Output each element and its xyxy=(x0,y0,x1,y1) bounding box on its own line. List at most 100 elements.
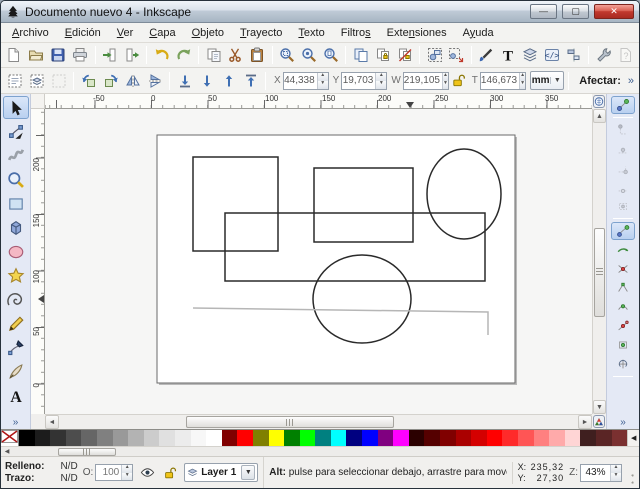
palette-swatch[interactable] xyxy=(549,430,565,446)
flip-horizontal-button[interactable] xyxy=(122,70,143,91)
palette-swatch[interactable] xyxy=(518,430,534,446)
zoom-field[interactable]: 43% ▲▼ xyxy=(580,464,622,482)
palette-swatch[interactable] xyxy=(50,430,66,446)
duplicate-button[interactable] xyxy=(350,45,371,66)
ellipse-button[interactable] xyxy=(3,240,29,263)
vscroll-thumb[interactable] xyxy=(594,228,605,317)
spinner[interactable]: ▲▼ xyxy=(442,73,448,89)
palette-swatch[interactable] xyxy=(284,430,300,446)
palette-swatch[interactable] xyxy=(456,430,472,446)
palette-swatch[interactable] xyxy=(128,430,144,446)
color-managed-view-button[interactable] xyxy=(593,415,605,428)
palette-swatch[interactable] xyxy=(378,430,394,446)
menu-objeto[interactable]: Objeto xyxy=(184,25,232,41)
palette-swatch[interactable] xyxy=(440,430,456,446)
document-properties-button[interactable]: ? xyxy=(615,45,636,66)
ungroup-button[interactable] xyxy=(446,45,467,66)
palette-swatch[interactable] xyxy=(565,430,581,446)
redo-button[interactable] xyxy=(173,45,194,66)
open-document-button[interactable] xyxy=(26,45,47,66)
snap-nodes-button[interactable] xyxy=(611,222,635,240)
zoom-spinner[interactable]: ▲▼ xyxy=(610,465,621,481)
opacity-field[interactable]: 100 ▲▼ xyxy=(95,464,133,481)
canvas-viewport[interactable] xyxy=(45,109,592,414)
palette-swatch[interactable] xyxy=(159,430,175,446)
menu-trayecto[interactable]: Trayecto xyxy=(232,25,290,41)
align-dialog-button[interactable] xyxy=(563,45,584,66)
scroll-up-icon[interactable]: ▲ xyxy=(593,109,606,123)
xml-editor-button[interactable]: </> xyxy=(542,45,563,66)
selector-button[interactable] xyxy=(3,96,29,119)
fill-stroke-dialog-button[interactable] xyxy=(476,45,497,66)
no-color-swatch[interactable] xyxy=(1,430,19,446)
palette-swatch[interactable] xyxy=(393,430,409,446)
copy-button[interactable] xyxy=(203,45,224,66)
palette-swatch[interactable] xyxy=(580,430,596,446)
unlink-clone-button[interactable] xyxy=(394,45,415,66)
ruler-corner-button[interactable] xyxy=(593,95,605,108)
snap-path-intersections-button[interactable] xyxy=(611,260,635,278)
palette-swatch[interactable] xyxy=(362,430,378,446)
rotate-ccw-button[interactable] xyxy=(78,70,99,91)
select-all-layers-button[interactable] xyxy=(26,70,47,91)
palette-swatch[interactable] xyxy=(237,430,253,446)
palette-scroll-arrow-icon[interactable]: ◀ xyxy=(627,430,639,446)
zoom-button[interactable] xyxy=(3,168,29,191)
snap-paths-button[interactable] xyxy=(611,241,635,259)
horizontal-ruler[interactable]: -50050100150200250300350 xyxy=(45,94,592,109)
maximize-button[interactable]: ▢ xyxy=(562,4,589,19)
3d-box-button[interactable] xyxy=(3,216,29,239)
spinner[interactable]: ▲▼ xyxy=(519,73,525,89)
resize-grip[interactable] xyxy=(627,470,635,488)
t-field[interactable]: 146,673▲▼ xyxy=(480,72,526,90)
palette-swatch[interactable] xyxy=(269,430,285,446)
flip-vertical-button[interactable] xyxy=(144,70,165,91)
snap-smooth-nodes-button[interactable] xyxy=(611,298,635,316)
palette-swatch[interactable] xyxy=(222,430,238,446)
zoom-drawing-button[interactable] xyxy=(299,45,320,66)
spiral-button[interactable] xyxy=(3,288,29,311)
palette-swatch[interactable] xyxy=(253,430,269,446)
x-field[interactable]: 44,338▲▼ xyxy=(283,72,329,90)
palette-swatch[interactable] xyxy=(300,430,316,446)
menu-archivo[interactable]: Archivo xyxy=(4,25,57,41)
palette-scroll-left-icon[interactable]: ◀ xyxy=(1,448,13,455)
snap-bbox-corners-button[interactable] xyxy=(611,159,635,177)
paste-button[interactable] xyxy=(247,45,268,66)
palette-swatch[interactable] xyxy=(35,430,51,446)
palette-swatch[interactable] xyxy=(206,430,222,446)
new-document-button[interactable] xyxy=(4,45,25,66)
snap-bbox-centers-button[interactable] xyxy=(611,197,635,215)
menu-edición[interactable]: Edición xyxy=(57,25,109,41)
palette-swatch[interactable] xyxy=(471,430,487,446)
snap-bbox-edges-button[interactable] xyxy=(611,140,635,158)
tools-more-button[interactable]: » xyxy=(1,417,30,428)
node-editor-button[interactable] xyxy=(3,120,29,143)
palette-swatch[interactable] xyxy=(144,430,160,446)
menu-texto[interactable]: Texto xyxy=(290,25,332,41)
palette-swatch[interactable] xyxy=(191,430,207,446)
scroll-down-icon[interactable]: ▼ xyxy=(593,400,606,414)
calligraphy-button[interactable] xyxy=(3,360,29,383)
import-button[interactable] xyxy=(100,45,121,66)
layers-dialog-button[interactable] xyxy=(520,45,541,66)
palette-swatch[interactable] xyxy=(66,430,82,446)
layer-select[interactable]: Layer 1 ▼ xyxy=(184,463,258,482)
deselect-button[interactable] xyxy=(48,70,69,91)
drawing-canvas[interactable] xyxy=(45,109,592,414)
hscroll-track[interactable] xyxy=(59,415,578,429)
rotate-cw-button[interactable] xyxy=(100,70,121,91)
palette-swatch[interactable] xyxy=(331,430,347,446)
bezier-button[interactable] xyxy=(3,336,29,359)
lower-to-bottom-button[interactable] xyxy=(174,70,195,91)
zoom-page-button[interactable] xyxy=(321,45,342,66)
palette-swatch[interactable] xyxy=(315,430,331,446)
print-button[interactable] xyxy=(70,45,91,66)
snap-bbox-edge-midpoints-button[interactable] xyxy=(611,178,635,196)
palette-swatch[interactable] xyxy=(97,430,113,446)
palette-swatch[interactable] xyxy=(113,430,129,446)
vertical-scrollbar[interactable]: ▲ ▼ xyxy=(592,109,606,414)
raise-button[interactable] xyxy=(218,70,239,91)
rectangle-button[interactable] xyxy=(3,192,29,215)
create-clone-button[interactable] xyxy=(372,45,393,66)
